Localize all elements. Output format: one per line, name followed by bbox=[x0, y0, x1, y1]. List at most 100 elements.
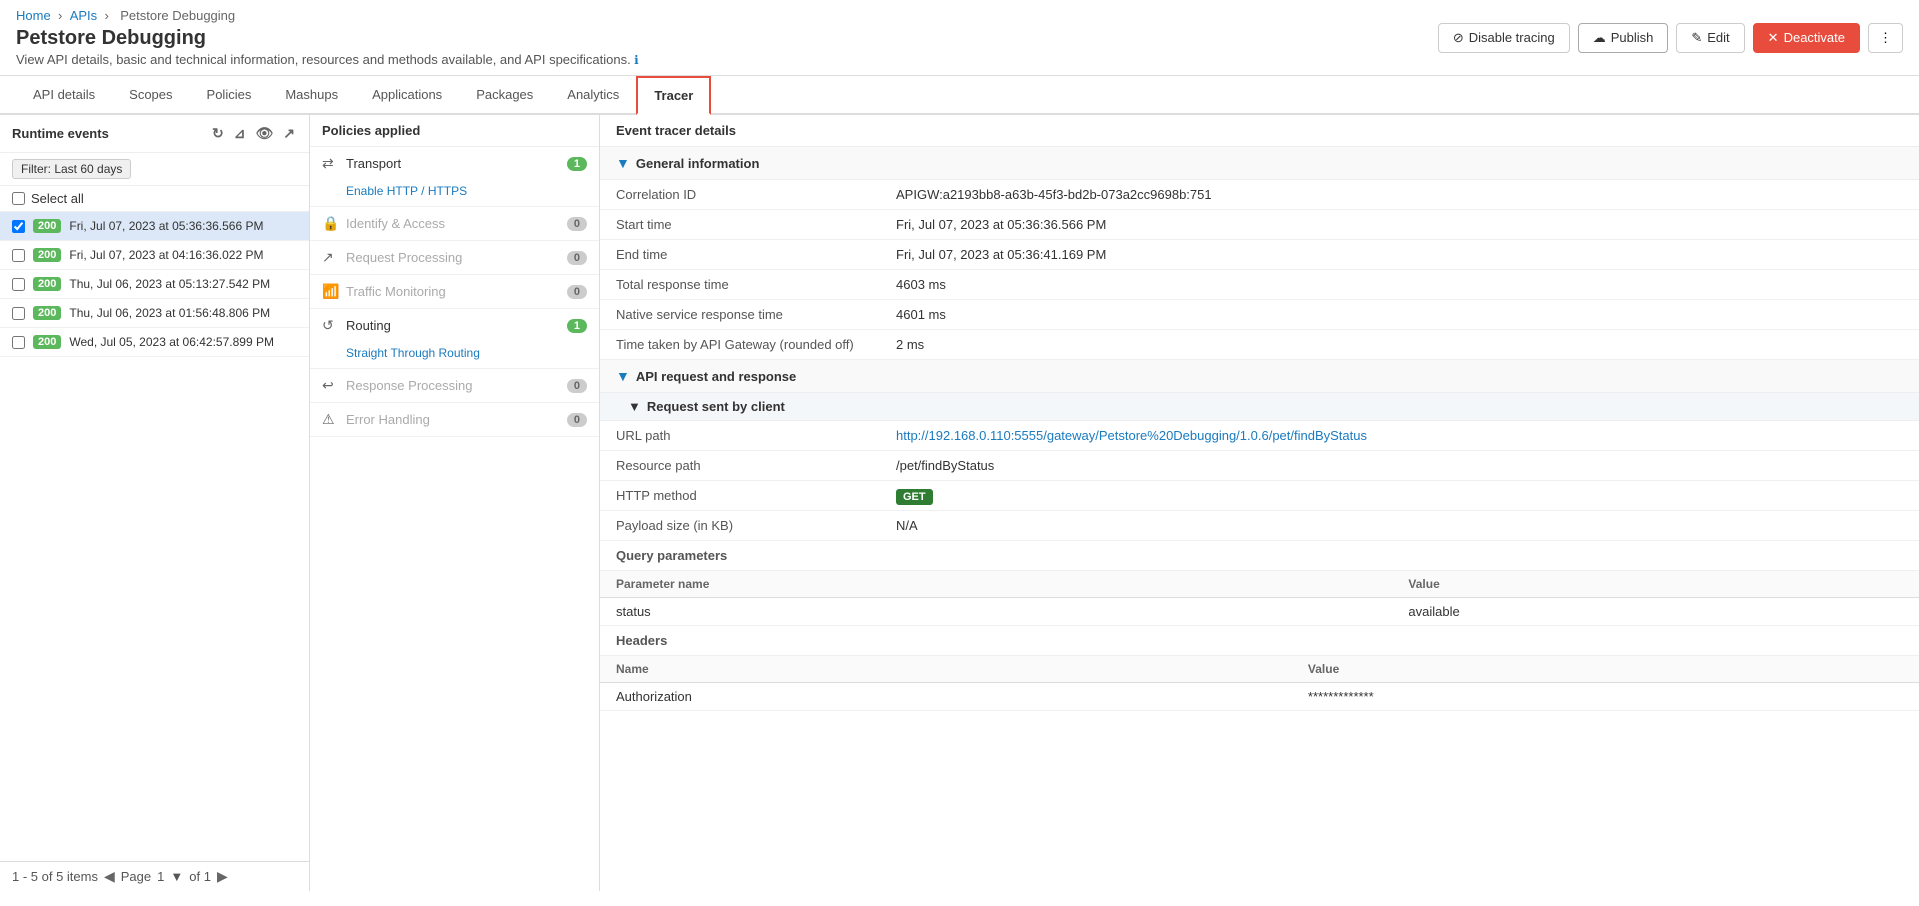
request-sent-by-client-toggle[interactable]: ▼ Request sent by client bbox=[600, 393, 1919, 421]
policy-row[interactable]: 📶 Traffic Monitoring 0 bbox=[310, 275, 599, 308]
general-info-label: General information bbox=[636, 156, 760, 171]
policy-section: ↗ Request Processing 0 bbox=[310, 241, 599, 275]
event-item[interactable]: 200 Fri, Jul 07, 2023 at 05:36:36.566 PM bbox=[0, 212, 309, 241]
policy-icon: 📶 bbox=[322, 283, 338, 300]
field-name: HTTP method bbox=[600, 481, 880, 511]
column-header: Parameter name bbox=[600, 571, 1392, 598]
field-value: 4601 ms bbox=[880, 300, 1919, 330]
field-value: 2 ms bbox=[880, 330, 1919, 360]
query-params-table: Parameter nameValue status available bbox=[600, 571, 1919, 626]
filter-badge[interactable]: Filter: Last 60 days bbox=[12, 159, 131, 179]
event-time: Thu, Jul 06, 2023 at 05:13:27.542 PM bbox=[69, 277, 270, 291]
left-panel: Runtime events ↻ ⊿ 👁 ↗ Filter: Last 60 d… bbox=[0, 115, 310, 891]
more-options-button[interactable]: ⋮ bbox=[1868, 23, 1903, 53]
column-header: Name bbox=[600, 656, 1292, 683]
table-row: Authorization ************* bbox=[600, 683, 1919, 711]
policy-label: Traffic Monitoring bbox=[346, 284, 446, 299]
field-value: http://192.168.0.110:5555/gateway/Petsto… bbox=[880, 421, 1919, 451]
policy-section: ↺ Routing 1 Straight Through Routing bbox=[310, 309, 599, 369]
policy-icon: ↺ bbox=[322, 317, 338, 334]
table-row: Native service response time 4601 ms bbox=[600, 300, 1919, 330]
query-params-header: Query parameters bbox=[600, 541, 1919, 571]
policy-label: Response Processing bbox=[346, 378, 472, 393]
disable-tracing-icon: ⊘ bbox=[1453, 30, 1464, 46]
tab-tracer[interactable]: Tracer bbox=[636, 76, 711, 115]
event-checkbox[interactable] bbox=[12, 220, 25, 233]
tab-policies[interactable]: Policies bbox=[190, 76, 269, 113]
export-icon[interactable]: ↗ bbox=[281, 123, 297, 144]
tab-applications[interactable]: Applications bbox=[355, 76, 459, 113]
info-icon[interactable]: ℹ bbox=[634, 53, 639, 67]
page-dropdown-icon[interactable]: ▼ bbox=[170, 869, 183, 884]
tab-scopes[interactable]: Scopes bbox=[112, 76, 189, 113]
field-value: Fri, Jul 07, 2023 at 05:36:41.169 PM bbox=[880, 240, 1919, 270]
request-client-label: Request sent by client bbox=[647, 399, 785, 414]
prev-page-button[interactable]: ◀ bbox=[104, 868, 115, 885]
policy-icon: ↩ bbox=[322, 377, 338, 394]
breadcrumb-current: Petstore Debugging bbox=[120, 8, 235, 23]
policy-row[interactable]: ↩ Response Processing 0 bbox=[310, 369, 599, 402]
event-item[interactable]: 200 Wed, Jul 05, 2023 at 06:42:57.899 PM bbox=[0, 328, 309, 357]
top-header: Home › APIs › Petstore Debugging Petstor… bbox=[0, 0, 1919, 76]
field-value: N/A bbox=[880, 511, 1919, 541]
policy-sub[interactable]: Enable HTTP / HTTPS bbox=[310, 180, 599, 206]
event-time: Fri, Jul 07, 2023 at 05:36:36.566 PM bbox=[69, 219, 263, 233]
policy-row[interactable]: 🔒 Identify & Access 0 bbox=[310, 207, 599, 240]
tab-mashups[interactable]: Mashups bbox=[268, 76, 355, 113]
tab-packages[interactable]: Packages bbox=[459, 76, 550, 113]
policy-row[interactable]: ⚠ Error Handling 0 bbox=[310, 403, 599, 436]
event-item[interactable]: 200 Fri, Jul 07, 2023 at 04:16:36.022 PM bbox=[0, 241, 309, 270]
event-item[interactable]: 200 Thu, Jul 06, 2023 at 05:13:27.542 PM bbox=[0, 270, 309, 299]
next-page-button[interactable]: ▶ bbox=[217, 868, 228, 885]
publish-button[interactable]: ☁ Publish bbox=[1578, 23, 1669, 53]
event-checkbox[interactable] bbox=[12, 249, 25, 262]
header-left: Home › APIs › Petstore Debugging Petstor… bbox=[16, 8, 639, 67]
publish-icon: ☁ bbox=[1593, 30, 1606, 46]
view-icon[interactable]: 👁 bbox=[253, 123, 275, 144]
field-name: Time taken by API Gateway (rounded off) bbox=[600, 330, 880, 360]
event-checkbox[interactable] bbox=[12, 307, 25, 320]
refresh-icon[interactable]: ↻ bbox=[210, 123, 226, 144]
field-name: Native service response time bbox=[600, 300, 880, 330]
event-time: Thu, Jul 06, 2023 at 01:56:48.806 PM bbox=[69, 306, 270, 320]
runtime-events-header: Runtime events ↻ ⊿ 👁 ↗ bbox=[0, 115, 309, 153]
policy-icon: 🔒 bbox=[322, 215, 338, 232]
policy-label: Routing bbox=[346, 318, 391, 333]
breadcrumb-home[interactable]: Home bbox=[16, 8, 51, 23]
header-name: Authorization bbox=[600, 683, 1292, 711]
table-row: Time taken by API Gateway (rounded off) … bbox=[600, 330, 1919, 360]
select-all-checkbox[interactable] bbox=[12, 192, 25, 205]
general-info-arrow: ▼ bbox=[616, 155, 630, 171]
field-name: URL path bbox=[600, 421, 880, 451]
policy-name: ⇄ Transport bbox=[322, 155, 401, 172]
api-request-response-toggle[interactable]: ▼ API request and response bbox=[600, 360, 1919, 393]
policy-sub[interactable]: Straight Through Routing bbox=[310, 342, 599, 368]
headers-table: NameValue Authorization ************* bbox=[600, 656, 1919, 711]
deactivate-button[interactable]: ✕ Deactivate bbox=[1753, 23, 1860, 53]
disable-tracing-button[interactable]: ⊘ Disable tracing bbox=[1438, 23, 1570, 53]
api-request-arrow: ▼ bbox=[616, 368, 630, 384]
get-badge: GET bbox=[896, 489, 933, 505]
main-layout: Runtime events ↻ ⊿ 👁 ↗ Filter: Last 60 d… bbox=[0, 115, 1919, 891]
edit-button[interactable]: ✎ Edit bbox=[1676, 23, 1744, 53]
tab-analytics[interactable]: Analytics bbox=[550, 76, 636, 113]
breadcrumb-apis[interactable]: APIs bbox=[70, 8, 97, 23]
tab-api-details[interactable]: API details bbox=[16, 76, 112, 113]
url-link[interactable]: http://192.168.0.110:5555/gateway/Petsto… bbox=[896, 428, 1367, 443]
page-num: 1 bbox=[157, 869, 164, 884]
general-info-toggle[interactable]: ▼ General information bbox=[600, 147, 1919, 180]
field-value: GET bbox=[880, 481, 1919, 511]
event-checkbox[interactable] bbox=[12, 336, 25, 349]
policy-label: Transport bbox=[346, 156, 401, 171]
event-checkbox[interactable] bbox=[12, 278, 25, 291]
table-row: status available bbox=[600, 598, 1919, 626]
policy-row[interactable]: ↺ Routing 1 bbox=[310, 309, 599, 342]
filter-icon[interactable]: ⊿ bbox=[232, 123, 248, 144]
policy-row[interactable]: ⇄ Transport 1 bbox=[310, 147, 599, 180]
policy-row[interactable]: ↗ Request Processing 0 bbox=[310, 241, 599, 274]
table-row: URL path http://192.168.0.110:5555/gatew… bbox=[600, 421, 1919, 451]
more-dots-icon: ⋮ bbox=[1879, 30, 1892, 45]
select-all-label: Select all bbox=[31, 191, 84, 206]
event-time: Wed, Jul 05, 2023 at 06:42:57.899 PM bbox=[69, 335, 274, 349]
event-item[interactable]: 200 Thu, Jul 06, 2023 at 01:56:48.806 PM bbox=[0, 299, 309, 328]
